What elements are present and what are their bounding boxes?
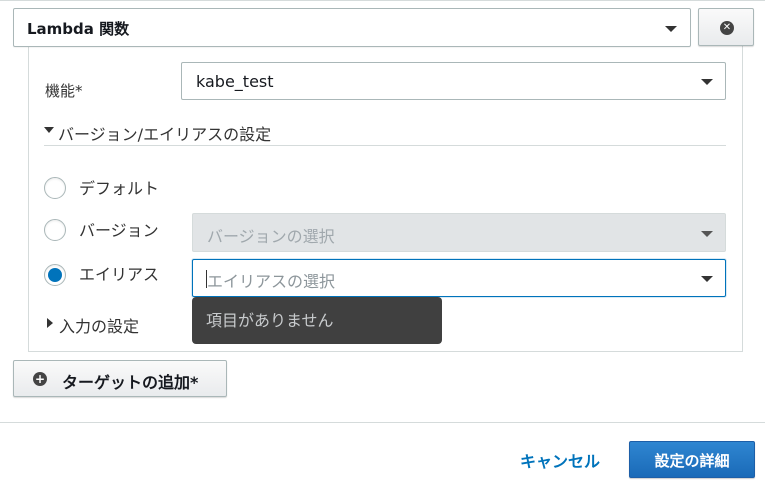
function-select[interactable]: kabe_test [181, 62, 726, 100]
top-border [0, 0, 765, 4]
version-alias-section-toggle[interactable]: バージョン/エイリアスの設定 [44, 121, 726, 146]
version-select: バージョンの選択 [192, 213, 726, 252]
radio-default-label: デフォルト [79, 179, 160, 198]
radio-selected-dot [48, 268, 62, 282]
configure-details-button[interactable]: 設定の詳細 [629, 441, 755, 478]
target-type-label: Lambda 関数 [27, 20, 130, 38]
remove-target-button[interactable]: ✕ [698, 8, 754, 46]
input-settings-title: 入力の設定 [59, 317, 140, 336]
alias-select[interactable]: エイリアスの選択 [192, 259, 726, 297]
no-items-text: 項目がありません [206, 311, 334, 330]
target-type-select[interactable]: Lambda 関数 [13, 8, 691, 47]
alias-dropdown-empty: 項目がありません [192, 297, 442, 344]
radio-version-label: バージョン [79, 221, 159, 240]
radio-alias-label: エイリアス [79, 265, 160, 284]
chevron-down-icon [701, 276, 713, 282]
radio-version[interactable] [44, 219, 66, 241]
function-label: 機能* [45, 82, 83, 100]
chevron-down-icon [701, 79, 713, 85]
chevron-down-icon [665, 26, 677, 32]
expand-right-icon [47, 318, 53, 328]
cancel-button[interactable]: キャンセル [520, 448, 600, 472]
expand-down-icon [44, 127, 54, 133]
close-circle-icon: ✕ [720, 21, 734, 35]
radio-alias[interactable] [44, 264, 66, 286]
chevron-down-icon [701, 231, 713, 237]
function-value: kabe_test [196, 72, 274, 91]
add-target-button[interactable]: + ターゲットの追加* [13, 360, 227, 397]
alias-select-placeholder: エイリアスの選択 [207, 272, 336, 291]
version-alias-section-title: バージョン/エイリアスの設定 [58, 125, 272, 144]
radio-default[interactable] [44, 177, 66, 199]
version-select-placeholder: バージョンの選択 [207, 227, 335, 246]
footer-divider [0, 422, 765, 423]
add-target-label: ターゲットの追加* [62, 373, 199, 392]
configure-details-label: 設定の詳細 [654, 452, 730, 470]
plus-circle-icon: + [33, 372, 47, 386]
